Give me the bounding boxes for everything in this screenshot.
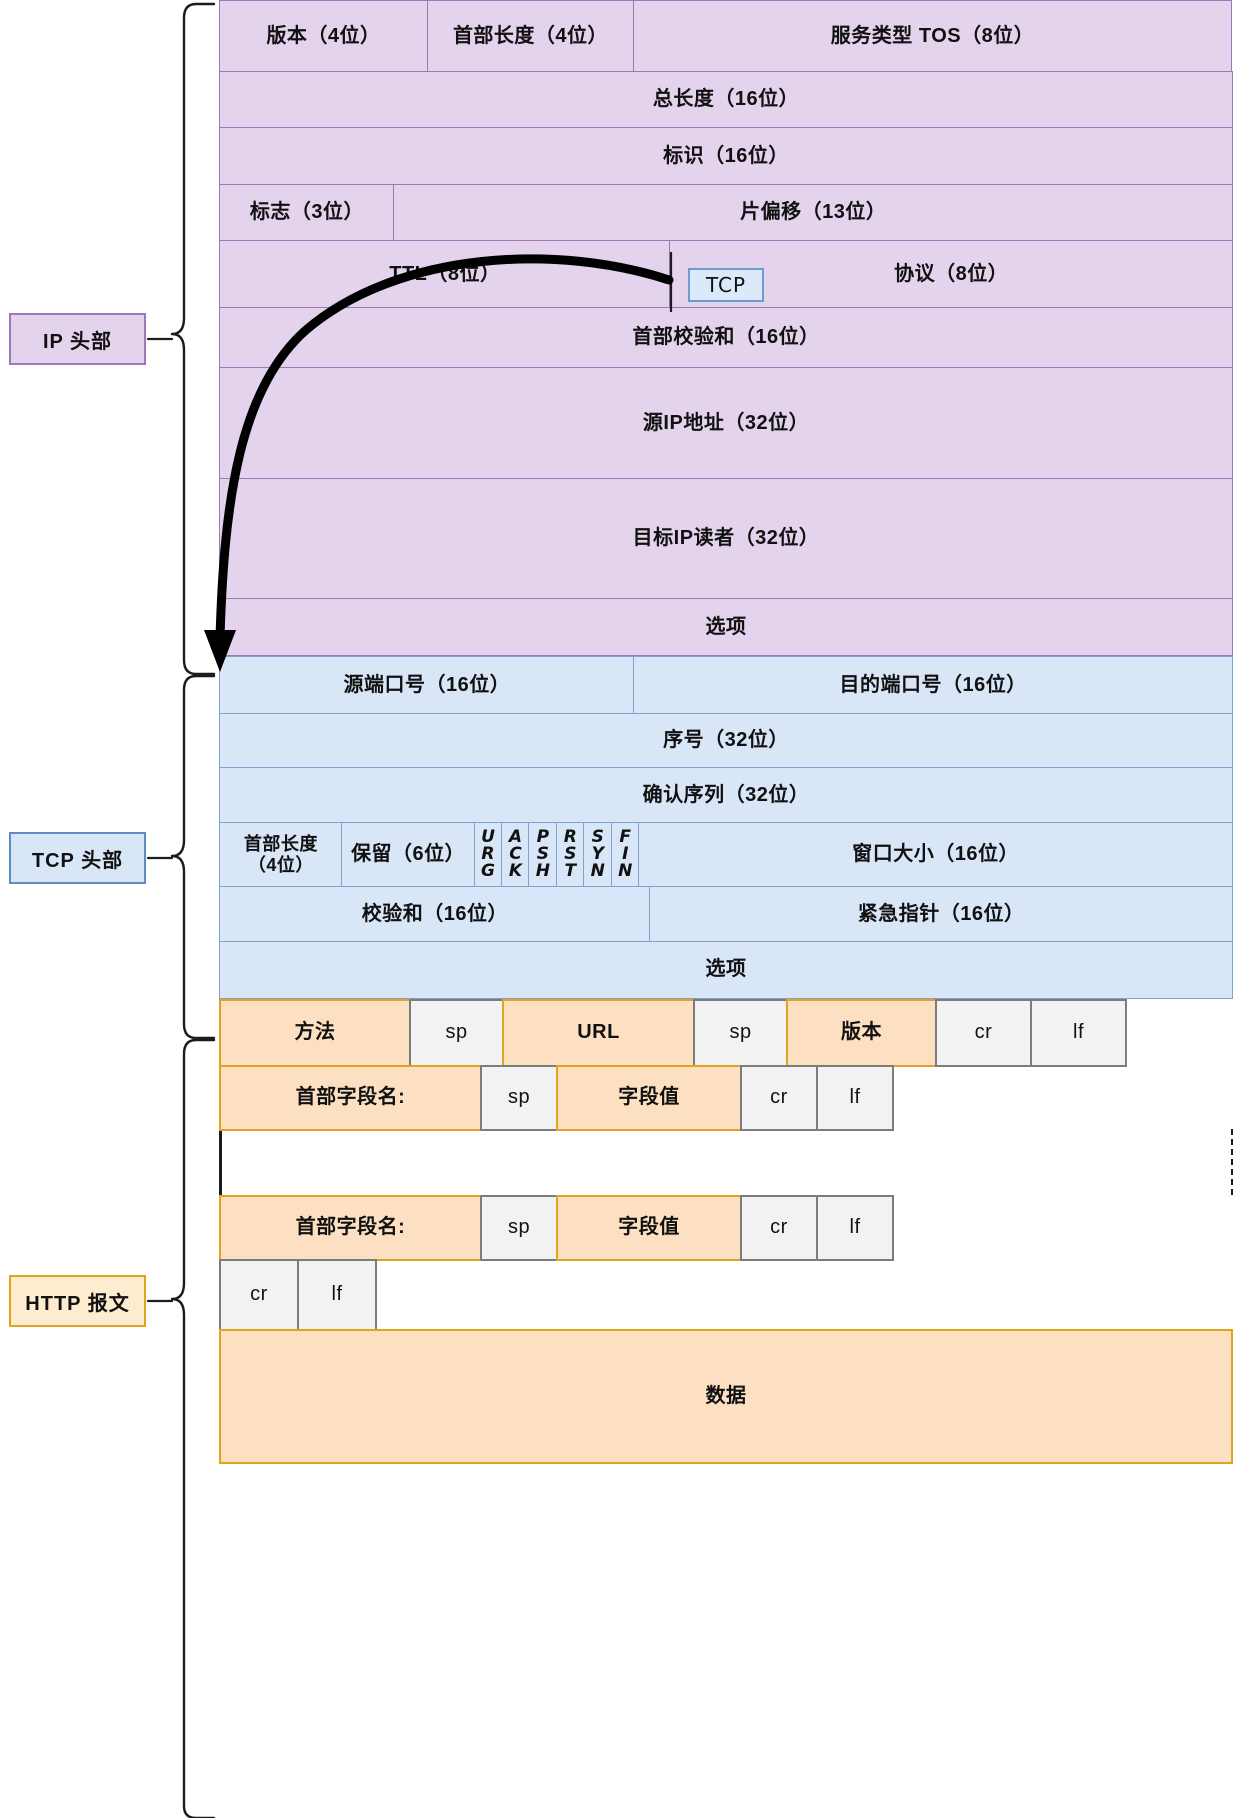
- http-header-line-2: 首部字段名: sp 字段值 cr lf: [219, 1194, 1233, 1261]
- tcp-flag-ack: ACK: [500, 821, 530, 888]
- label-tcp-header: TCP 头部: [9, 832, 146, 884]
- tcp-flag-rst: RST: [555, 821, 585, 888]
- ip-field-options: 选项: [219, 598, 1233, 656]
- tcp-row-6: 选项: [219, 940, 1233, 999]
- ip-row-9: 选项: [219, 598, 1233, 656]
- ip-field-flags: 标志（3位）: [219, 183, 395, 242]
- label-http-message: HTTP 报文: [9, 1275, 146, 1327]
- ip-field-header-checksum: 首部校验和（16位）: [219, 306, 1233, 369]
- ip-field-identification: 标识（16位）: [219, 127, 1233, 185]
- protocol-stack-diagram: IP 头部 TCP 头部 HTTP 报文 版本（4位） 首部长度（4位） 服务类…: [0, 0, 1233, 1818]
- ip-field-source-address: 源IP地址（32位）: [219, 367, 1233, 479]
- http-blank-cr-cell: cr: [219, 1258, 299, 1331]
- ip-field-fragment-offset: 片偏移（13位）: [393, 183, 1233, 242]
- tcp-field-destination-port: 目的端口号（16位）: [633, 656, 1233, 714]
- http-body-cell: 数据: [219, 1328, 1233, 1464]
- http-header-continuation-gap: [219, 1128, 1233, 1195]
- ip-row-2: 总长度（16位）: [219, 70, 1233, 129]
- ip-field-total-length: 总长度（16位）: [219, 70, 1233, 129]
- http-blank-line: cr lf: [219, 1258, 1233, 1331]
- http-header-sp-cell-1: sp: [480, 1064, 558, 1131]
- protocol-value-tcp-badge: TCP: [688, 268, 764, 302]
- tcp-field-source-port: 源端口号（16位）: [219, 656, 635, 714]
- tcp-row-3: 确认序列（32位）: [219, 767, 1233, 823]
- http-url-cell: URL: [502, 998, 695, 1067]
- ip-field-tos: 服务类型 TOS（8位）: [633, 0, 1232, 72]
- http-version-cell: 版本: [786, 998, 937, 1067]
- http-message-block: 方法 sp URL sp 版本 cr lf 首部字段名: sp 字段值 cr l…: [219, 998, 1233, 1464]
- http-cr-cell-1: cr: [935, 998, 1032, 1067]
- tcp-field-window-size: 窗口大小（16位）: [638, 821, 1233, 888]
- brace-ip: [170, 2, 216, 676]
- tcp-flag-fin: FIN: [610, 821, 640, 888]
- ip-row-1: 版本（4位） 首部长度（4位） 服务类型 TOS（8位）: [219, 0, 1233, 72]
- ip-row-3: 标识（16位）: [219, 127, 1233, 185]
- tcp-field-ack-number: 确认序列（32位）: [219, 767, 1233, 823]
- http-header-value-cell-1: 字段值: [556, 1064, 742, 1131]
- ip-field-ihl: 首部长度（4位）: [426, 0, 635, 72]
- tcp-row-2: 序号（32位）: [219, 712, 1233, 769]
- tcp-field-options: 选项: [219, 940, 1233, 999]
- http-blank-lf-cell: lf: [297, 1258, 377, 1331]
- label-ip-header: IP 头部: [9, 313, 146, 365]
- label-tcp-header-text: TCP 头部: [31, 849, 124, 872]
- tcp-row-5: 校验和（16位） 紧急指针（16位）: [219, 886, 1233, 942]
- http-header-sp-cell-2: sp: [480, 1194, 558, 1261]
- tcp-flag-urg: URG: [473, 821, 503, 888]
- tcp-field-checksum: 校验和（16位）: [219, 886, 651, 942]
- http-header-line-1: 首部字段名: sp 字段值 cr lf: [219, 1064, 1233, 1131]
- tcp-row-4: 首部长度 （4位） 保留（6位） URG ACK PSH RST SYN F I…: [219, 821, 1233, 888]
- http-request-line: 方法 sp URL sp 版本 cr lf: [219, 998, 1233, 1067]
- http-lf-cell-1: lf: [1030, 998, 1127, 1067]
- ip-row-6: 首部校验和（16位）: [219, 306, 1233, 369]
- ip-field-destination-address: 目标IP读者（32位）: [219, 477, 1233, 600]
- ip-row-8: 目标IP读者（32位）: [219, 477, 1233, 600]
- tcp-header-block: 源端口号（16位） 目的端口号（16位） 序号（32位） 确认序列（32位） 首…: [219, 656, 1233, 999]
- http-sp-cell-1: sp: [409, 998, 504, 1067]
- brace-tcp: [170, 674, 216, 1040]
- ip-row-7: 源IP地址（32位）: [219, 367, 1233, 479]
- http-header-lf-cell-1: lf: [816, 1064, 894, 1131]
- tcp-field-urgent-pointer: 紧急指针（16位）: [649, 886, 1233, 942]
- tcp-field-sequence-number: 序号（32位）: [219, 712, 1233, 769]
- ip-field-version: 版本（4位）: [219, 0, 428, 72]
- http-sp-cell-2: sp: [693, 998, 788, 1067]
- ip-header-block: 版本（4位） 首部长度（4位） 服务类型 TOS（8位） 总长度（16位） 标识…: [219, 0, 1233, 656]
- tcp-field-data-offset: 首部长度 （4位）: [219, 821, 343, 888]
- ip-field-ttl: TTL（8位）: [219, 240, 671, 308]
- http-header-name-cell-2: 首部字段名:: [219, 1194, 482, 1261]
- tcp-row-1: 源端口号（16位） 目的端口号（16位）: [219, 656, 1233, 714]
- http-header-cr-cell-2: cr: [740, 1194, 818, 1261]
- packet-stack: 版本（4位） 首部长度（4位） 服务类型 TOS（8位） 总长度（16位） 标识…: [219, 0, 1233, 1464]
- ip-row-4: 标志（3位） 片偏移（13位）: [219, 183, 1233, 242]
- http-header-cr-cell-1: cr: [740, 1064, 818, 1131]
- http-method-cell: 方法: [219, 998, 411, 1067]
- brace-http: [170, 1038, 216, 1818]
- http-header-name-cell-1: 首部字段名:: [219, 1064, 482, 1131]
- tcp-field-reserved: 保留（6位）: [341, 821, 475, 888]
- http-body-line: 数据: [219, 1328, 1233, 1464]
- http-header-lf-cell-2: lf: [816, 1194, 894, 1261]
- label-ip-header-text: IP 头部: [42, 330, 113, 353]
- tcp-flag-syn: SYN: [583, 821, 613, 888]
- label-http-message-text: HTTP 报文: [25, 1292, 130, 1315]
- tcp-flag-psh: PSH: [528, 821, 558, 888]
- http-header-value-cell-2: 字段值: [556, 1194, 742, 1261]
